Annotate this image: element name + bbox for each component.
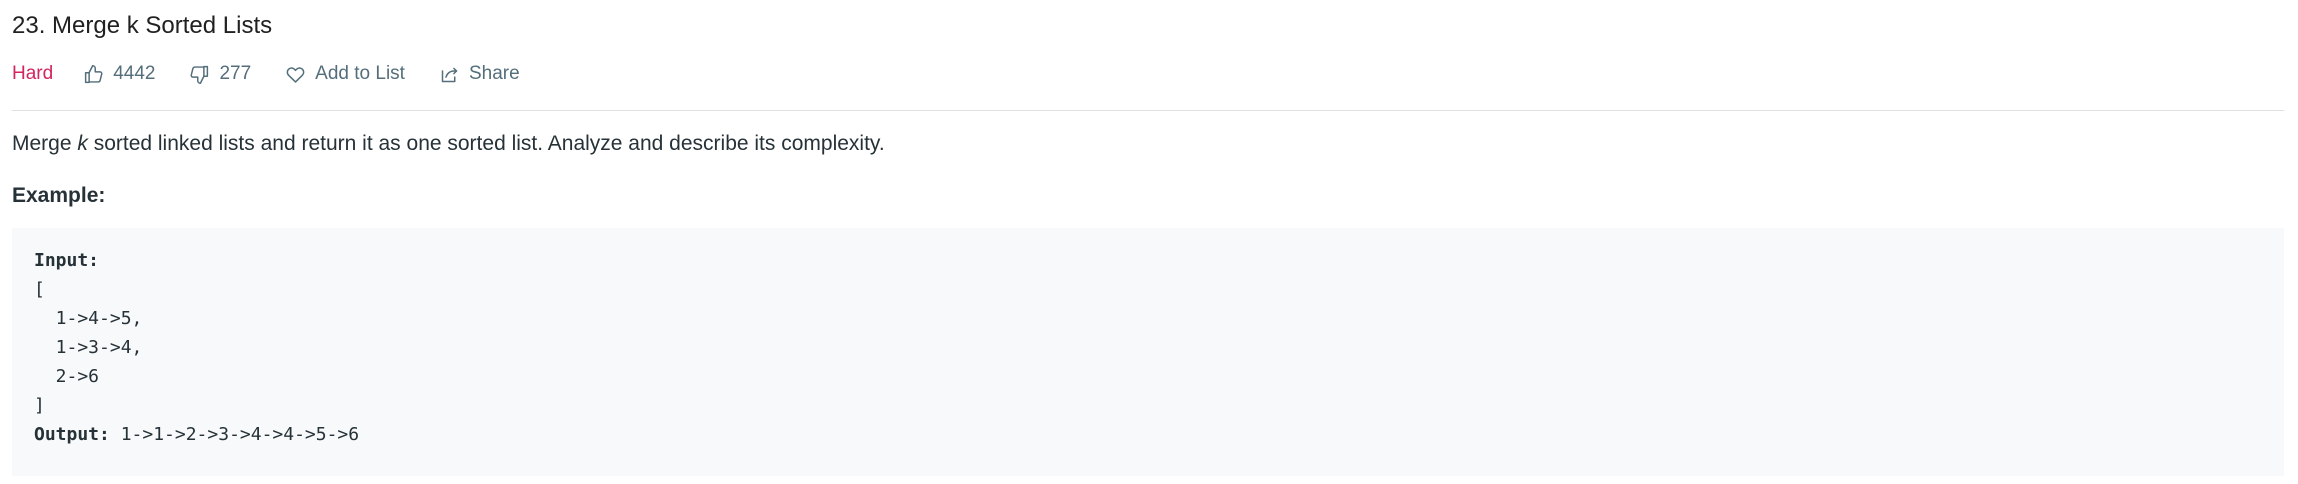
header-divider: [12, 110, 2284, 111]
example-heading: Example:: [12, 184, 106, 207]
difficulty-label: Hard: [12, 63, 54, 84]
thumbs-up-icon: [85, 64, 103, 83]
share-button[interactable]: Share: [439, 63, 520, 85]
description-text-start: Merge: [12, 132, 78, 155]
output-line: Output: 1->1->2->3->4->4->5->6: [34, 420, 2262, 449]
description-k-variable: k: [77, 132, 88, 155]
dislike-button[interactable]: 277: [189, 63, 251, 85]
like-button[interactable]: 4442: [83, 63, 155, 85]
add-to-list-label: Add to List: [315, 63, 405, 84]
input-line: 2->6: [34, 366, 100, 387]
problem-description: Merge k sorted linked lists and return i…: [12, 130, 885, 158]
input-line: 1->3->4,: [34, 337, 143, 358]
thumbs-down-icon: [190, 65, 209, 84]
output-value: 1->1->2->3->4->4->5->6: [109, 424, 360, 445]
problem-meta-bar: Hard 4442 277 Add to List Share: [12, 57, 2286, 91]
share-icon: [441, 67, 458, 82]
input-label: Input:: [34, 250, 100, 271]
description-text-end: sorted linked lists and return it as one…: [87, 132, 885, 155]
example-code-block: Input: [ 1->4->5, 1->3->4, 2->6 ] Output…: [12, 228, 2284, 476]
input-line: ]: [34, 395, 45, 416]
problem-title: 23. Merge k Sorted Lists: [12, 12, 273, 39]
input-line: 1->4->5,: [34, 308, 143, 329]
problem-container: 23. Merge k Sorted Lists Hard 4442 277 A…: [12, 0, 2286, 476]
output-label: Output:: [34, 424, 110, 445]
input-label-line: Input:: [34, 246, 2262, 275]
like-count: 4442: [113, 63, 156, 84]
dislike-count: 277: [219, 63, 252, 84]
heart-icon: [286, 66, 305, 83]
input-line: [: [34, 279, 45, 300]
share-label: Share: [468, 63, 520, 84]
add-to-list-button[interactable]: Add to List: [285, 63, 405, 85]
